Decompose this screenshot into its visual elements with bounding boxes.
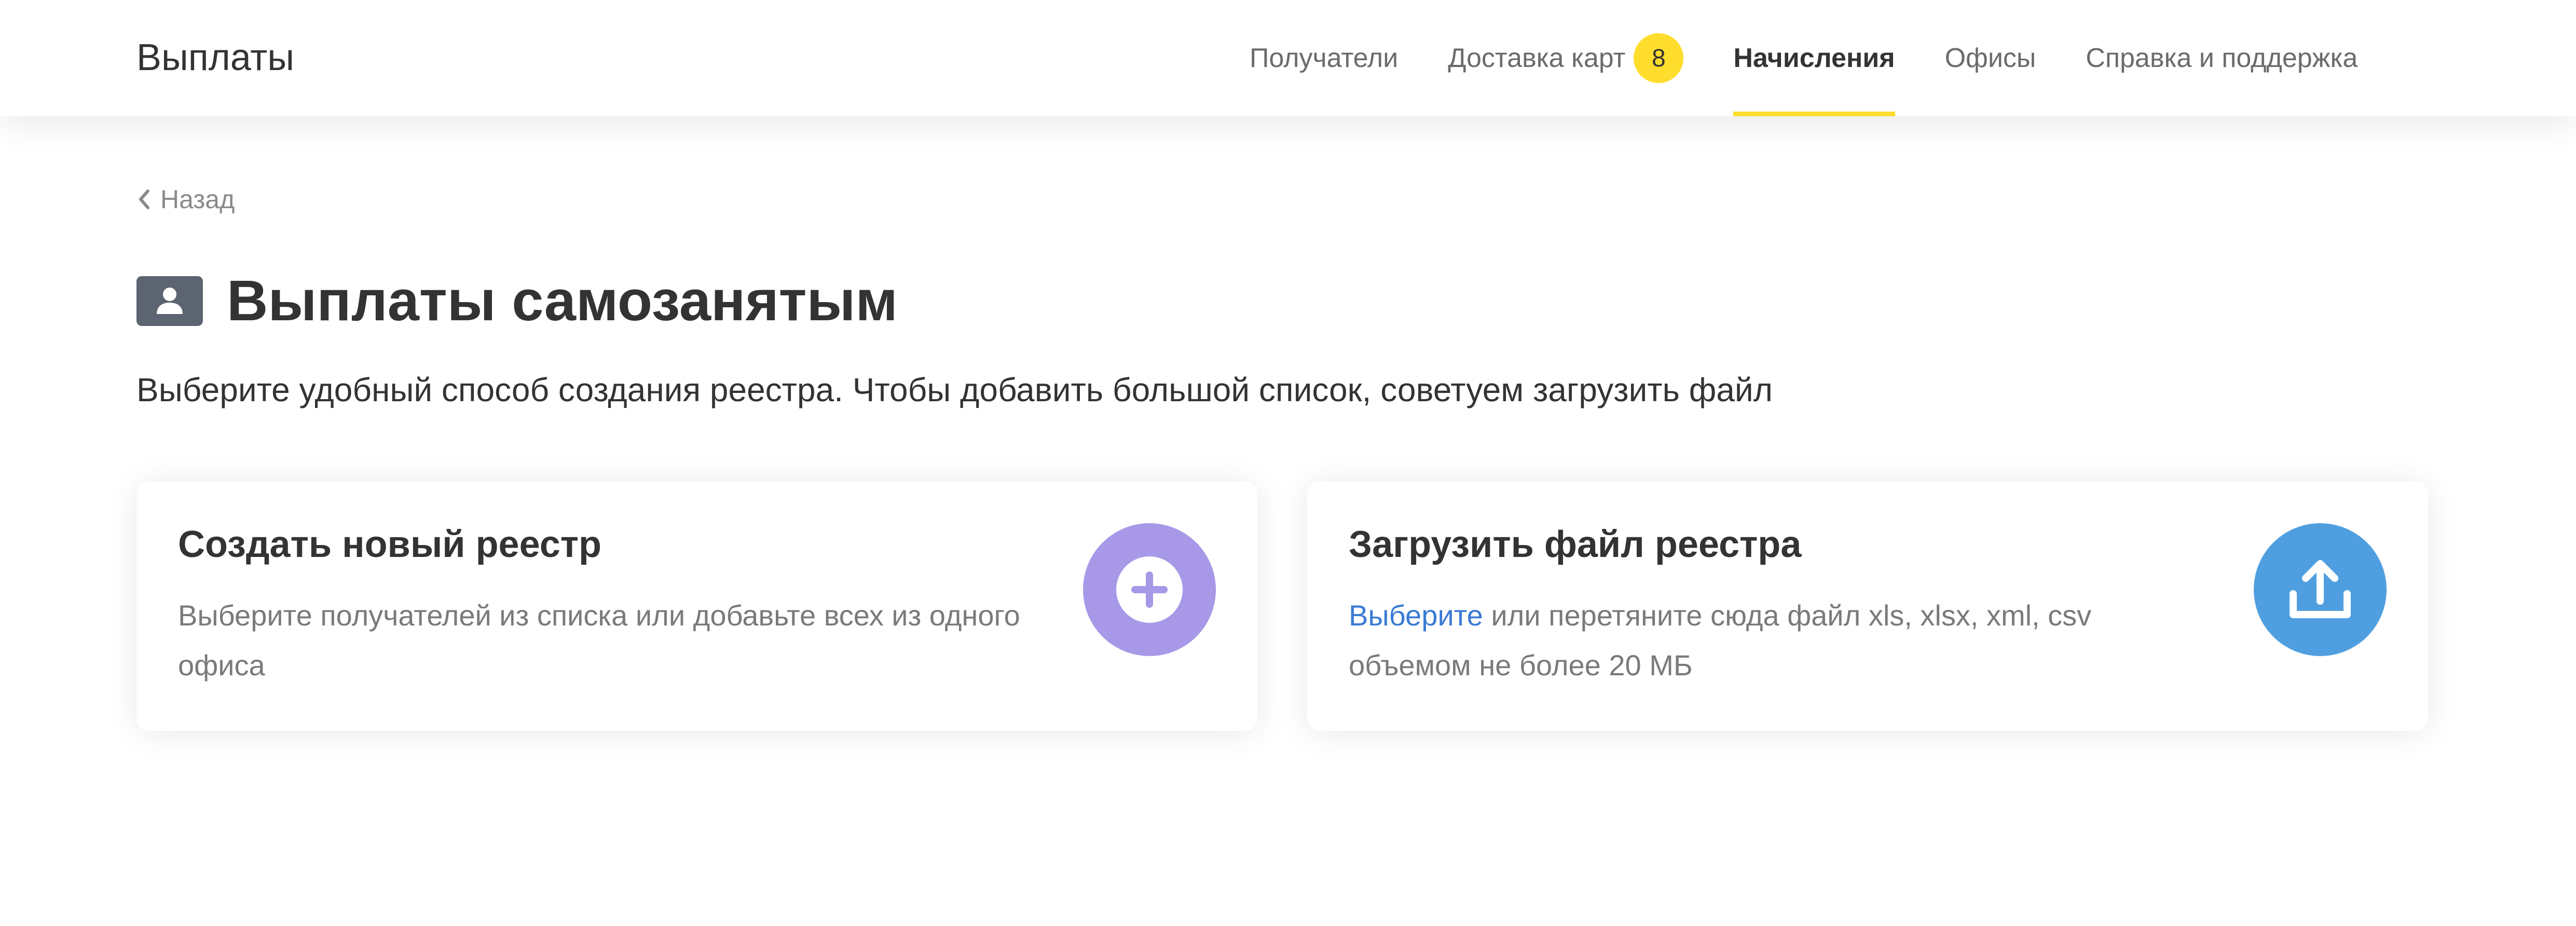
card-title: Создать новый реестр	[178, 524, 601, 565]
chevron-left-icon	[139, 189, 149, 209]
page-title-row: Выплаты самозанятым	[136, 265, 898, 337]
upload-registry-card[interactable]: Загрузить файл реестра Выберите или пере…	[1307, 482, 2428, 731]
nav-item-label: Начисления	[1733, 43, 1895, 73]
create-registry-card[interactable]: Создать новый реестр Выберите получателе…	[136, 482, 1257, 731]
card-title: Загрузить файл реестра	[1349, 524, 1802, 565]
card-description: Выберите получателей из списка или добав…	[178, 599, 1020, 682]
user-card-icon	[136, 276, 203, 326]
upload-icon-circle[interactable]	[2254, 523, 2387, 656]
top-header: Выплаты Получатели Доставка карт 8 Начис…	[0, 0, 2576, 116]
nav-item-label: Офисы	[1944, 43, 2036, 73]
nav-item-label: Справка и поддержка	[2086, 43, 2358, 73]
nav-item-offices[interactable]: Офисы	[1945, 0, 2036, 116]
create-icon-circle[interactable]	[1083, 523, 1216, 656]
app-title: Выплаты	[136, 37, 294, 78]
nav-item-label: Получатели	[1250, 43, 1399, 73]
count-badge: 8	[1634, 33, 1684, 83]
plus-icon	[1116, 556, 1183, 623]
main-nav: Получатели Доставка карт 8 Начисления Оф…	[1250, 0, 2407, 116]
upload-icon	[2290, 560, 2351, 618]
nav-item-accruals[interactable]: Начисления	[1733, 0, 1895, 116]
back-label: Назад	[160, 185, 235, 214]
nav-item-recipients[interactable]: Получатели	[1250, 0, 1398, 116]
nav-item-label: Доставка карт	[1448, 43, 1626, 73]
card-description: Выберите или перетяните сюда файл xls, x…	[1349, 591, 2200, 690]
nav-item-card-delivery[interactable]: Доставка карт 8	[1448, 0, 1684, 116]
back-link[interactable]: Назад	[136, 184, 235, 214]
nav-item-help[interactable]: Справка и поддержка	[2086, 0, 2358, 116]
choose-file-link[interactable]: Выберите	[1349, 599, 1483, 632]
page-subtitle: Выберите удобный способ создания реестра…	[136, 371, 1773, 408]
page-title: Выплаты самозанятым	[227, 269, 898, 333]
